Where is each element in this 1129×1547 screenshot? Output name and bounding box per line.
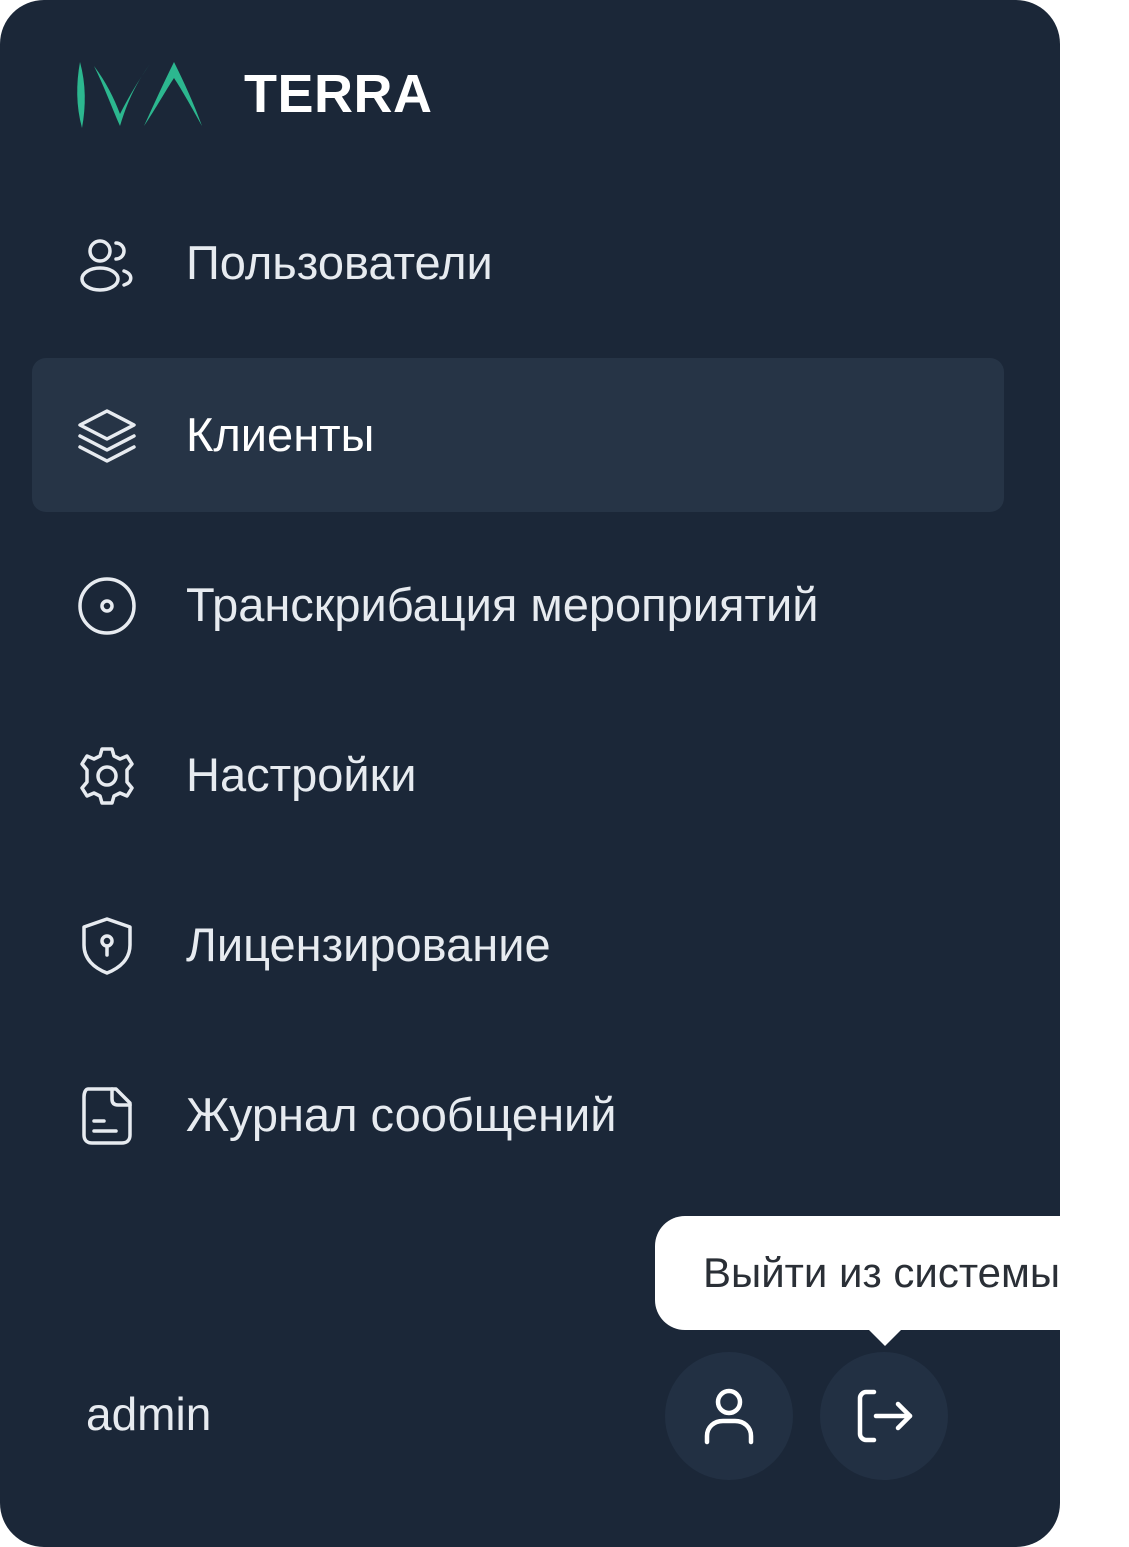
logout-button[interactable]	[820, 1352, 948, 1480]
sidebar-item-licensing[interactable]: Лицензирование	[32, 868, 1004, 1022]
sidebar-item-label: Лицензирование	[186, 918, 551, 971]
logout-tooltip: Выйти из системы	[655, 1216, 1129, 1346]
shield-key-icon	[82, 917, 132, 975]
sidebar-item-transcription[interactable]: Транскрибация мероприятий	[32, 528, 1004, 682]
profile-button[interactable]	[665, 1352, 793, 1480]
sidebar-item-clients[interactable]: Клиенты	[32, 358, 1004, 512]
sidebar-item-users[interactable]: Пользователи	[32, 186, 1004, 340]
sidebar-item-label: Клиенты	[186, 408, 375, 461]
sidebar-item-label: Пользователи	[186, 236, 493, 289]
sidebar-item-message-log[interactable]: Журнал сообщений	[32, 1038, 1004, 1192]
sidebar-item-label: Журнал сообщений	[186, 1088, 617, 1141]
users-icon	[80, 239, 133, 292]
sidebar-item-label: Транскрибация мероприятий	[186, 578, 819, 631]
sidebar-item-label: Настройки	[186, 748, 417, 801]
layers-icon	[78, 409, 136, 463]
user-icon	[704, 1388, 754, 1445]
username: admin	[86, 1388, 212, 1440]
gear-icon	[80, 747, 134, 805]
brand-name: TERRA	[244, 64, 433, 124]
logout-icon	[857, 1389, 913, 1443]
document-icon	[82, 1087, 132, 1145]
sidebar-item-settings[interactable]: Настройки	[32, 698, 1004, 852]
iva-logo	[77, 62, 202, 128]
record-icon	[78, 577, 136, 635]
tooltip-arrow	[867, 1328, 903, 1346]
tooltip-text: Выйти из системы	[703, 1249, 1061, 1296]
